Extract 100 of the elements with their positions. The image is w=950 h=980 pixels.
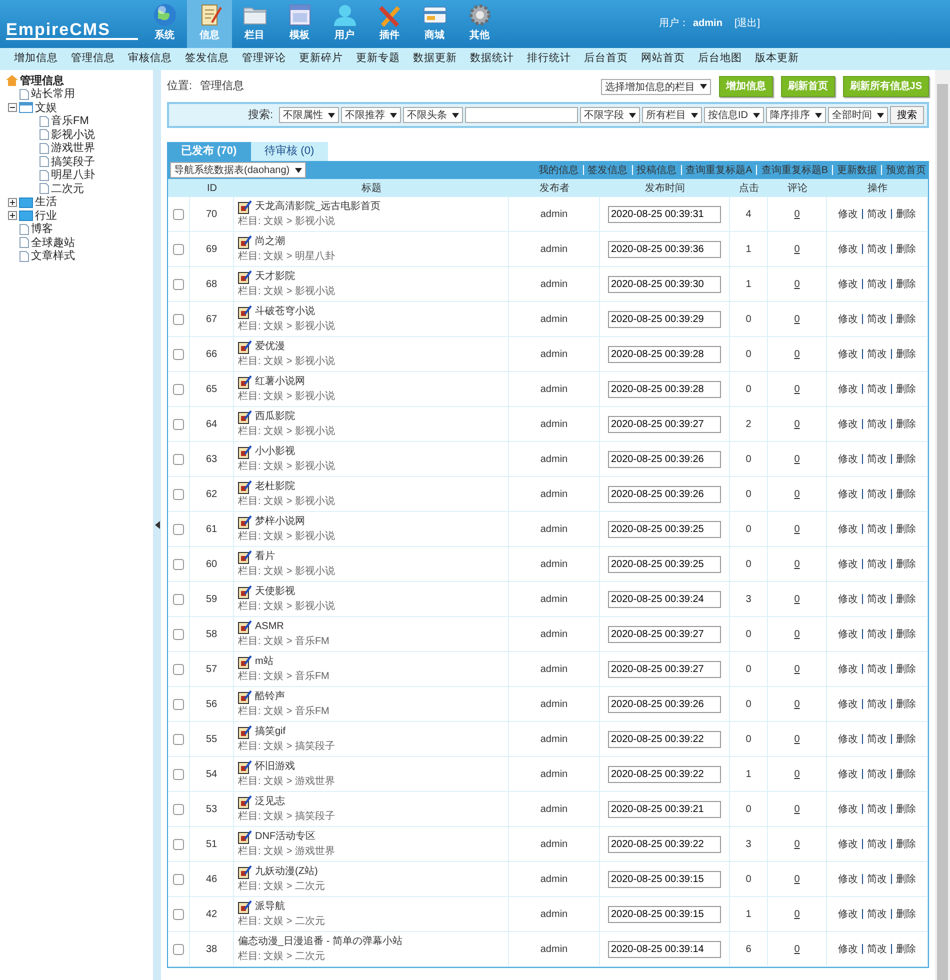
logout-link[interactable]: [退出] [734,16,760,31]
toolbar-link[interactable]: 签发信息 [588,162,628,178]
menu-link[interactable]: 数据统计 [470,51,514,67]
row-checkbox[interactable] [173,278,184,290]
id-link[interactable]: 62 [206,486,218,502]
tree-item[interactable]: 博客 [31,221,53,238]
title-link[interactable]: 看片 [255,549,275,564]
row-checkbox[interactable] [173,734,184,744]
time-field[interactable]: 2020-08-25 00:39:27 [608,626,721,642]
menu-link[interactable]: 审核信息 [128,51,172,67]
nav-tab[interactable]: 栏目 [232,0,277,48]
title-link[interactable]: 天龙高清影院_远古电影首页 [255,199,381,214]
tree-item[interactable]: 行业 [35,208,57,224]
action-link[interactable]: 删除 [896,836,916,852]
nav-tab[interactable]: 模板 [277,0,322,48]
action-link[interactable]: 简改 [867,766,887,782]
menu-link[interactable]: 签发信息 [185,51,229,67]
edit-icon[interactable] [238,655,252,669]
menu-link[interactable]: 管理信息 [71,51,115,67]
comment-link[interactable]: 0 [794,556,800,572]
toolbar-link[interactable]: 查询重复标题A [686,162,752,178]
edit-icon[interactable] [238,620,252,634]
time-field[interactable]: 2020-08-25 00:39:22 [608,836,721,852]
tree-item[interactable]: 生活 [35,194,57,210]
edit-icon[interactable] [238,305,252,319]
menu-link[interactable]: 更新专题 [356,51,400,67]
time-field[interactable]: 2020-08-25 00:39:25 [608,520,721,538]
row-checkbox[interactable] [173,314,184,324]
action-link[interactable]: 修改 [838,206,858,222]
filter-select[interactable]: 不限推荐 [341,107,401,123]
title-link[interactable]: 斗破苍穹小说 [255,304,315,319]
nav-tab[interactable]: 其他 [457,0,502,48]
comment-link[interactable]: 0 [794,906,800,922]
comment-link[interactable]: 0 [794,206,800,222]
expand-icon[interactable] [8,211,17,220]
action-link[interactable]: 修改 [838,556,858,572]
action-link[interactable]: 删除 [896,626,916,642]
comment-link[interactable]: 0 [794,662,800,676]
action-link[interactable]: 修改 [838,906,858,922]
time-field[interactable]: 2020-08-25 00:39:25 [608,556,721,572]
action-link[interactable]: 简改 [867,872,887,886]
tree-item[interactable]: 文章样式 [31,248,75,264]
row-checkbox[interactable] [173,384,184,394]
row-checkbox[interactable] [173,768,184,780]
edit-icon[interactable] [238,760,252,774]
comment-link[interactable]: 0 [794,486,800,502]
category-select[interactable]: 选择增加信息的栏目 [600,78,711,94]
edit-icon[interactable] [238,585,252,599]
expand-icon[interactable] [8,198,17,207]
id-link[interactable]: 66 [206,346,218,362]
scrollbar[interactable] [935,70,950,980]
action-link[interactable]: 修改 [838,802,858,816]
action-link[interactable]: 简改 [867,486,887,502]
action-link[interactable]: 简改 [867,276,887,292]
tree-item[interactable]: 游戏世界 [51,140,95,156]
action-link[interactable]: 删除 [896,556,916,572]
action-link[interactable]: 简改 [867,732,887,746]
comment-link[interactable]: 0 [794,872,800,886]
edit-icon[interactable] [238,445,252,459]
row-checkbox[interactable] [173,208,184,220]
row-checkbox[interactable] [173,944,184,954]
title-link[interactable]: 泛见志 [255,794,285,809]
id-link[interactable]: 69 [206,242,218,256]
action-link[interactable]: 删除 [896,276,916,292]
time-field[interactable]: 2020-08-25 00:39:28 [608,380,721,398]
edit-icon[interactable] [238,515,252,529]
action-link[interactable]: 简改 [867,206,887,222]
toolbar-link[interactable]: 查询重复标题B [761,162,828,178]
time-field[interactable]: 2020-08-25 00:39:26 [608,450,721,468]
menu-link[interactable]: 管理评论 [242,51,286,67]
breadcrumb-link[interactable]: 管理信息 [200,78,244,95]
action-link[interactable]: 删除 [896,766,916,782]
time-field[interactable]: 2020-08-25 00:39:24 [608,590,721,608]
action-link[interactable]: 修改 [838,732,858,746]
title-link[interactable]: 搞笑gif [255,724,286,739]
tree-item[interactable]: 管理信息 [20,72,64,89]
action-link[interactable]: 简改 [867,942,887,956]
action-link[interactable]: 删除 [896,942,916,956]
time-field[interactable]: 2020-08-25 00:39:22 [608,766,721,782]
action-link[interactable]: 简改 [867,416,887,432]
action-link[interactable]: 删除 [896,416,916,432]
action-link[interactable]: 删除 [896,696,916,712]
comment-link[interactable]: 0 [794,836,800,852]
action-link[interactable]: 删除 [896,522,916,536]
edit-icon[interactable] [238,270,252,284]
time-field[interactable]: 2020-08-25 00:39:21 [608,800,721,818]
time-field[interactable]: 2020-08-25 00:39:27 [608,416,721,432]
comment-link[interactable]: 0 [794,416,800,432]
comment-link[interactable]: 0 [794,452,800,466]
row-checkbox[interactable] [173,874,184,884]
filter-select[interactable]: 不限属性 [279,107,339,123]
action-link[interactable]: 删除 [896,486,916,502]
time-field[interactable]: 2020-08-25 00:39:26 [608,486,721,502]
title-link[interactable]: 酷铃声 [255,689,285,704]
menu-link[interactable]: 增加信息 [14,51,58,67]
edit-icon[interactable] [238,410,252,424]
row-checkbox[interactable] [173,524,184,534]
action-link[interactable]: 修改 [838,592,858,606]
row-checkbox[interactable] [173,804,184,814]
id-link[interactable]: 70 [206,206,218,222]
